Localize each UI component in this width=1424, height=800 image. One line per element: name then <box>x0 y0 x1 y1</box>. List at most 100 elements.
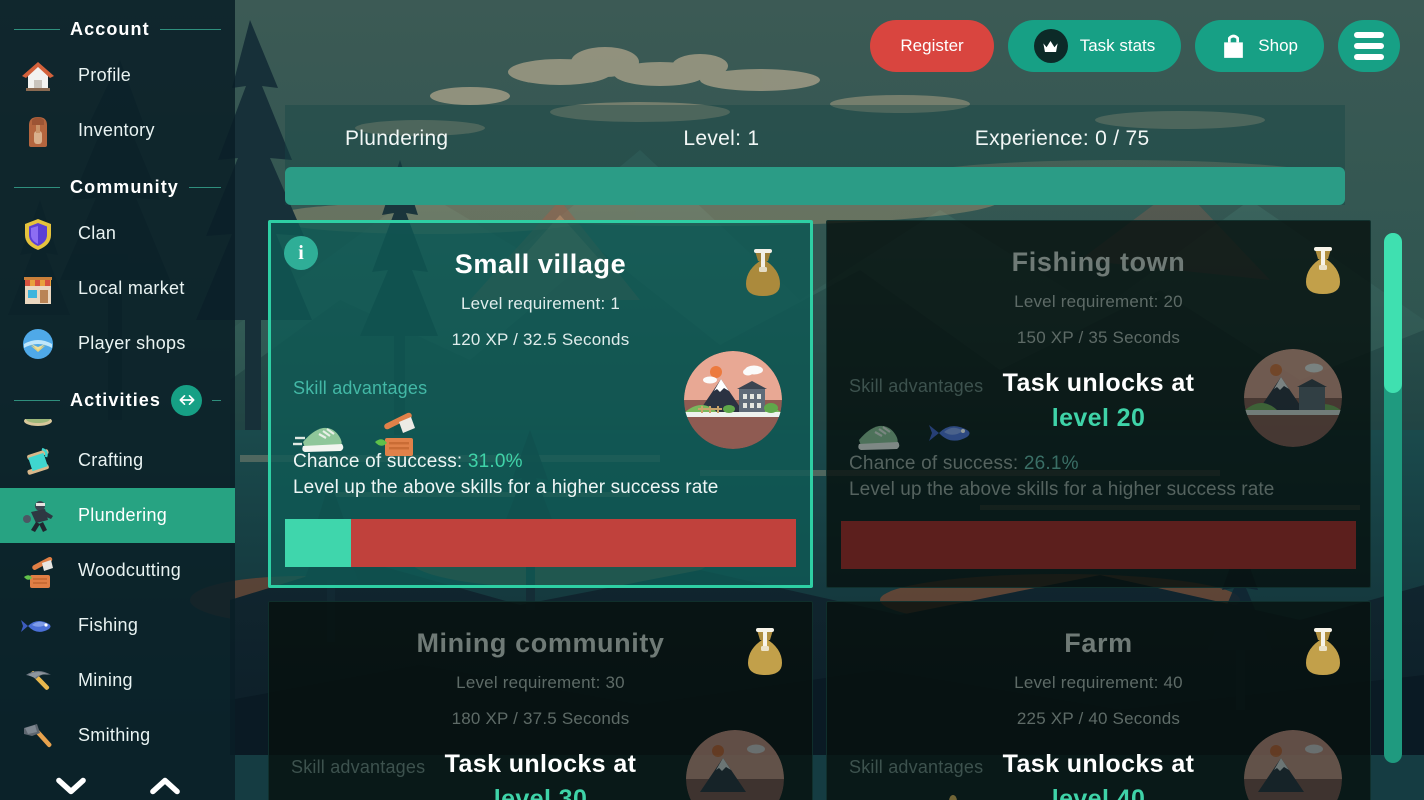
sidebar-item-profile[interactable]: Profile <box>0 48 235 103</box>
section-rule-right <box>212 399 221 401</box>
shopping-bag-icon <box>1221 33 1246 60</box>
sidebar-item-woodcutting[interactable]: Woodcutting <box>0 543 235 598</box>
section-rule-right <box>188 186 221 188</box>
skill-header-panel: Plundering Level: 1 Experience: 0 / 75 <box>285 105 1345 205</box>
sidebar-item-smithing[interactable]: Smithing <box>0 708 235 763</box>
vertical-scrollbar-track[interactable] <box>1384 233 1402 763</box>
task-progress-red <box>351 519 796 567</box>
chance-hint: Level up the above skills for a higher s… <box>849 479 1275 500</box>
money-bag-icon <box>1300 243 1346 297</box>
village-scene-icon <box>684 351 782 449</box>
task-unlock-overlay: Task unlocks at level 40 <box>827 750 1370 800</box>
sidebar-scroll-controls <box>0 772 235 800</box>
task-card-fishing-town[interactable]: Fishing town Level requirement: 20 150 X… <box>826 220 1371 588</box>
money-bag-icon <box>742 624 788 678</box>
money-bag-icon <box>1300 624 1346 678</box>
sidebar-section-community: Community <box>0 172 235 202</box>
hamburger-menu-icon <box>1354 32 1384 60</box>
task-progress-bar <box>841 521 1356 569</box>
sidebar-item-partial[interactable] <box>0 419 235 433</box>
chance-value: 31.0% <box>467 451 523 472</box>
left-right-arrow-icon[interactable] <box>171 384 203 416</box>
sidebar-item-label: Crafting <box>78 450 144 470</box>
sidebar-item-label: Fishing <box>78 615 139 635</box>
skill-level: Level: 1 <box>683 127 760 150</box>
task-stats-button[interactable]: Task stats <box>1007 20 1182 72</box>
task-card-small-village[interactable]: i Small village Level requirement: 1 120… <box>268 220 813 588</box>
chance-of-success: Chance of success: 31.0% <box>293 451 788 473</box>
money-bag-icon <box>740 245 786 299</box>
section-rule-left <box>14 186 60 188</box>
sidebar-item-fishing[interactable]: Fishing <box>0 598 235 653</box>
task-xp-time: 180 XP / 37.5 Seconds <box>451 709 630 728</box>
task-title: Mining community <box>416 628 665 658</box>
top-action-bar: Register Task stats Shop <box>870 20 1400 72</box>
task-level-requirement: Level requirement: 40 <box>1014 673 1183 692</box>
sidebar-item-label: Woodcutting <box>78 560 182 580</box>
backpack-icon <box>18 111 58 151</box>
task-level-requirement: Level requirement: 30 <box>456 673 625 692</box>
chevron-up-icon[interactable] <box>144 772 186 800</box>
sidebar-item-label: Clan <box>78 223 117 243</box>
cooked-food-icon <box>24 419 52 426</box>
fish-icon <box>18 606 58 646</box>
register-button[interactable]: Register <box>870 20 994 72</box>
chevron-down-icon[interactable] <box>50 772 92 800</box>
handshake-icon <box>18 324 58 364</box>
section-rule-left <box>14 28 60 30</box>
sidebar-item-plundering[interactable]: Plundering <box>0 488 235 543</box>
hamburger-menu-button[interactable] <box>1338 20 1400 72</box>
skill-progress-bar <box>285 167 1345 205</box>
unlock-line-1: Task unlocks at <box>444 750 637 778</box>
shop-button[interactable]: Shop <box>1195 20 1324 72</box>
shop-label: Shop <box>1258 36 1298 55</box>
hammer-icon <box>18 716 58 756</box>
task-progress-green <box>285 519 352 567</box>
sidebar-item-label: Plundering <box>78 505 168 525</box>
task-card-mining-community[interactable]: Mining community Level requirement: 30 1… <box>268 601 813 800</box>
info-icon[interactable]: i <box>284 236 318 270</box>
chance-hint: Level up the above skills for a higher s… <box>293 477 719 498</box>
chance-prefix: Chance of success: <box>849 453 1024 474</box>
task-progress-bar[interactable] <box>285 519 796 567</box>
register-label: Register <box>900 36 964 55</box>
section-rule-right <box>159 28 221 30</box>
task-level-requirement: Level requirement: 1 <box>461 294 620 313</box>
task-title: Farm <box>1064 628 1133 658</box>
section-rule-left <box>14 399 60 401</box>
section-title-account: Account <box>70 18 150 39</box>
chance-prefix: Chance of success: <box>293 451 468 472</box>
task-xp-time: 120 XP / 32.5 Seconds <box>451 330 630 349</box>
sidebar-item-player-shops[interactable]: Player shops <box>0 316 235 371</box>
task-unlock-overlay: Task unlocks at level 20 <box>827 369 1370 433</box>
skill-experience: Experience: 0 / 75 <box>974 127 1150 150</box>
thread-spool-icon <box>18 441 58 481</box>
task-grid: i Small village Level requirement: 1 120… <box>268 220 1371 800</box>
vertical-scrollbar-thumb[interactable] <box>1384 233 1402 393</box>
sidebar-section-activities: Activities <box>0 384 235 416</box>
skill-progress-fill <box>285 167 1345 205</box>
thief-icon <box>18 496 58 536</box>
axe-log-icon <box>18 551 58 591</box>
sidebar-item-label: Local market <box>78 278 185 298</box>
sidebar-item-label: Smithing <box>78 725 151 745</box>
sidebar-item-mining[interactable]: Mining <box>0 653 235 708</box>
sidebar-item-inventory[interactable]: Inventory <box>0 103 235 158</box>
shield-icon <box>18 214 58 254</box>
chance-value: 26.1% <box>1023 453 1079 474</box>
unlock-line-1: Task unlocks at <box>1002 750 1195 778</box>
task-card-farm[interactable]: Farm Level requirement: 40 225 XP / 40 S… <box>826 601 1371 800</box>
task-unlock-overlay: Task unlocks at level 30 <box>269 750 812 800</box>
chance-block: Chance of success: 31.0% Level up the ab… <box>293 451 788 499</box>
sidebar-item-local-market[interactable]: Local market <box>0 261 235 316</box>
unlock-line-2: level 30 <box>493 785 588 800</box>
sidebar-section-account: Account <box>0 14 235 44</box>
task-title: Small village <box>454 249 627 279</box>
sidebar-item-clan[interactable]: Clan <box>0 206 235 261</box>
section-title-activities: Activities <box>70 389 162 410</box>
task-stats-label: Task stats <box>1079 36 1156 55</box>
crown-icon <box>1033 29 1068 63</box>
sidebar-item-crafting[interactable]: Crafting <box>0 433 235 488</box>
unlock-line-2: level 20 <box>1051 404 1146 432</box>
sidebar: Account Profile Inventory Community Clan… <box>0 0 235 800</box>
